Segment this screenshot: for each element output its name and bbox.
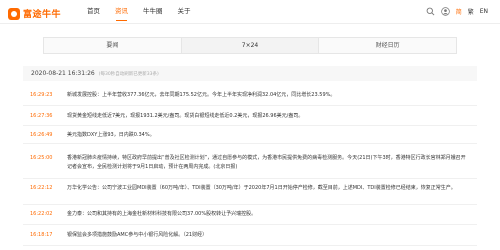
- header-right: 简 繁 EN: [426, 7, 488, 16]
- tab-7x24[interactable]: 7×24: [180, 38, 319, 53]
- news-text: 新城发展控股：上半年营收377.36亿元，去年同期175.52亿元。今年上半年实…: [67, 92, 336, 98]
- news-text: 金力泰：公司和其持有的上海金杜新材料科技有限公司37.00%股权转让予兴瑞控股。: [67, 211, 257, 217]
- refresh-note: (每30秒自动刷新已更新33条): [98, 71, 159, 77]
- nav-item-niuniu-circle[interactable]: 牛牛圈: [143, 0, 163, 24]
- news-text: 万华化学公告：公司宁波工业园MDI装置（60万吨/年）、TDI装置（30万吨/年…: [67, 185, 456, 191]
- news-text: 美元指数DXY上涨93，日内跌0.34%。: [67, 132, 155, 138]
- lang-traditional[interactable]: 繁: [468, 7, 474, 16]
- news-item[interactable]: 16:18:17 银保监会多项措施鼓励AMC参与中小银行风险化解。（21财经）: [23, 228, 477, 246]
- news-time: 16:25:00: [30, 155, 53, 161]
- news-text: 现货黄金短线走低近7美元，现报1931.2美元/盎司。现货白银短线走低近0.2美…: [67, 113, 304, 119]
- news-item[interactable]: 16:27:36 现货黄金短线走低近7美元，现报1931.2美元/盎司。现货白银…: [23, 109, 477, 126]
- tab-finance-calendar[interactable]: 财经日历: [318, 38, 456, 53]
- nav-item-about[interactable]: 关于: [178, 0, 191, 24]
- news-time: 16:18:17: [30, 232, 53, 238]
- nav-item-home[interactable]: 首页: [87, 0, 100, 24]
- nav-item-news[interactable]: 资讯: [115, 0, 128, 24]
- brand-name: 富途牛牛: [23, 10, 62, 20]
- news-item[interactable]: 16:22:02 金力泰：公司和其持有的上海金杜新材料科技有限公司37.00%股…: [23, 207, 477, 225]
- search-icon[interactable]: [426, 7, 435, 16]
- news-time: 16:26:49: [30, 132, 53, 138]
- news-item[interactable]: 16:29:23 新城发展控股：上半年营收377.36亿元，去年同期175.52…: [23, 88, 477, 106]
- news-item[interactable]: 16:26:49 美元指数DXY上涨93，日内跌0.34%。: [23, 128, 477, 144]
- news-time: 16:29:23: [30, 92, 53, 98]
- news-text: 香港新冠肺炎疫情持续，特区政府早前提出“普及社区检测计划”，通过自愿参与的模式，…: [67, 155, 466, 170]
- news-time: 16:22:02: [30, 211, 53, 217]
- news-time: 16:22:12: [30, 185, 53, 191]
- date-bar: 2020-08-21 16:31:26 (每30秒自动刷新已更新33条): [23, 66, 477, 81]
- current-datetime: 2020-08-21 16:31:26: [31, 70, 95, 77]
- news-item[interactable]: 16:25:00 香港新冠肺炎疫情持续，特区政府早前提出“普及社区检测计划”，通…: [23, 151, 477, 179]
- logo-mark-icon: [8, 7, 20, 20]
- main-nav: 首页 资讯 牛牛圈 关于: [87, 0, 206, 24]
- tab-headlines[interactable]: 要闻: [44, 38, 181, 53]
- news-item[interactable]: 16:22:12 万华化学公告：公司宁波工业园MDI装置（60万吨/年）、TDI…: [23, 181, 477, 205]
- top-header: 富途牛牛 首页 资讯 牛牛圈 关于 简 繁 EN: [0, 0, 500, 24]
- news-time: 16:27:36: [30, 113, 53, 119]
- lang-english[interactable]: EN: [480, 8, 488, 15]
- brand-logo[interactable]: 富途牛牛: [8, 7, 61, 20]
- news-text: 银保监会多项措施鼓励AMC参与中小银行风险化解。（21财经）: [67, 232, 208, 238]
- news-tabs: 要闻 7×24 财经日历: [43, 37, 457, 54]
- lang-simplified[interactable]: 简: [456, 7, 462, 16]
- user-icon[interactable]: [440, 7, 450, 16]
